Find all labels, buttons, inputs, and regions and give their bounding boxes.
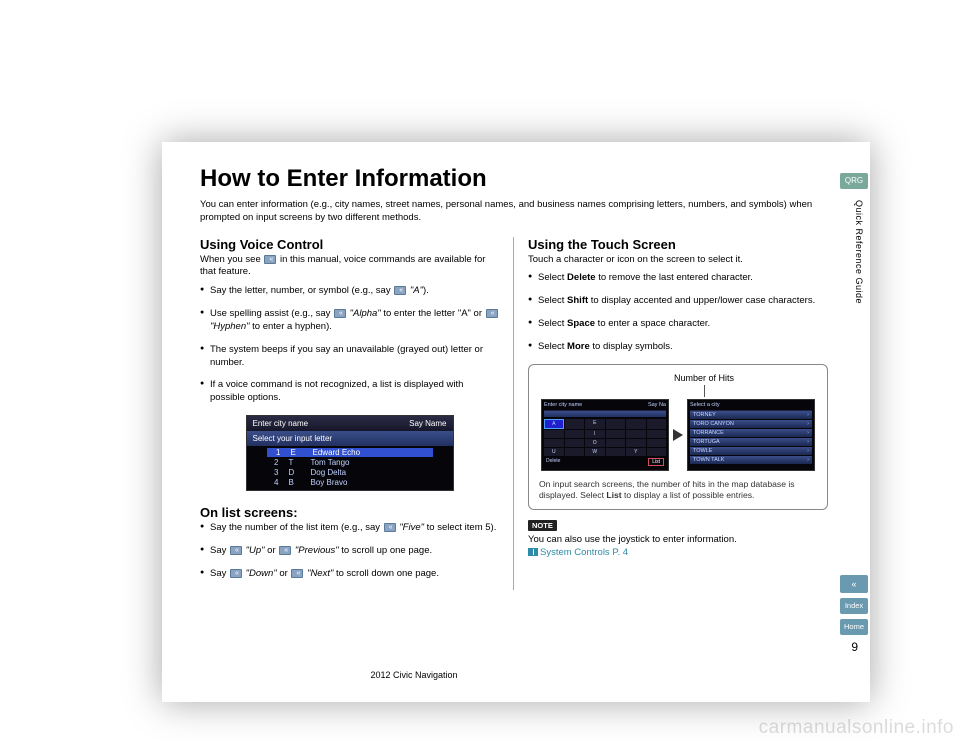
numhits-label: Number of Hits [565, 373, 843, 383]
list-item: TOWLE› [690, 447, 812, 455]
list-item: TORTUGA› [690, 438, 812, 446]
touch-bullet: Select Delete to remove the last entered… [528, 272, 828, 285]
book-icon [528, 548, 538, 556]
talk-icon [384, 523, 396, 532]
voice-bullets: Say the letter, number, or symbol (e.g.,… [200, 285, 499, 405]
kbd-delete: Delete [546, 458, 560, 466]
voice-subintro: When you see in this manual, voice comma… [200, 254, 499, 280]
page-number: 9 [851, 640, 858, 654]
talk-icon [264, 255, 276, 264]
kbd-grid: AE I O UWY [544, 419, 666, 456]
watermark: carmanualsonline.info [759, 717, 954, 739]
list-bullet: Say "Down" or "Next" to scroll down one … [200, 568, 499, 581]
touch-bullet: Select Shift to display accented and upp… [528, 295, 828, 308]
list-title: Select a city [690, 402, 720, 408]
touch-heading: Using the Touch Screen [528, 237, 828, 252]
tab-qrg[interactable]: QRG [840, 173, 868, 189]
screen-hint: Say Name [409, 419, 446, 428]
list-item: TORO CANYON› [690, 420, 812, 428]
footer-text: 2012 Civic Navigation [0, 670, 828, 680]
screen-rows: 1EEdward Echo 2TTom Tango 3DDog Delta 4B… [247, 446, 453, 490]
section-label: Quick Reference Guide [854, 200, 864, 304]
touch-bullet: Select Space to enter a space character. [528, 318, 828, 331]
page-title: How to Enter Information [200, 165, 828, 193]
talk-icon [279, 546, 291, 555]
list-item: TORRANCE› [690, 429, 812, 437]
tab-voice[interactable] [840, 575, 868, 593]
talk-icon [334, 309, 346, 318]
touch-subintro: Touch a character or icon on the screen … [528, 254, 828, 267]
tab-index[interactable]: Index [840, 598, 868, 614]
note-badge: NOTE [528, 520, 557, 531]
column-voice-control: Using Voice Control When you see in this… [200, 237, 514, 591]
list-item: TOWN TALK› [690, 456, 812, 464]
note-text: You can also use the joystick to enter i… [528, 534, 828, 547]
page-content: How to Enter Information You can enter i… [200, 165, 828, 590]
talk-icon [291, 569, 303, 578]
list-screenshot: Select a city TORNEY› TORO CANYON› TORRA… [687, 399, 815, 471]
kbd-title: Enter city name [544, 402, 582, 408]
screen-row: 1EEdward Echo [267, 448, 433, 457]
talk-icon [230, 569, 242, 578]
voice-bullet: Use spelling assist (e.g., say "Alpha" t… [200, 308, 499, 334]
screen-row: 2TTom Tango [267, 458, 433, 467]
talk-icon [394, 286, 406, 295]
list-heading: On list screens: [200, 505, 499, 520]
kbd-hint: Say Na [648, 402, 666, 408]
touch-frame: Number of Hits Enter city name Say Na AE… [528, 364, 828, 510]
list-bullet: Say the number of the list item (e.g., s… [200, 522, 499, 535]
talk-icon [486, 309, 498, 318]
voice-bullet: Say the letter, number, or symbol (e.g.,… [200, 285, 499, 298]
tab-home[interactable]: Home [840, 619, 868, 635]
talk-icon [230, 546, 242, 555]
numhits-callout-line [704, 385, 705, 397]
touch-bullet: Select More to display symbols. [528, 341, 828, 354]
intro-text: You can enter information (e.g., city na… [200, 199, 828, 225]
voice-screenshot: Enter city name Say Name Select your inp… [246, 415, 454, 491]
arrow-icon [673, 429, 683, 441]
list-item: TORNEY› [690, 411, 812, 419]
voice-bullet: If a voice command is not recognized, a … [200, 379, 499, 405]
screen-sub: Select your input letter [247, 431, 453, 446]
touch-caption: On input search screens, the number of h… [539, 479, 817, 501]
screen-title: Enter city name [253, 419, 309, 428]
voice-heading: Using Voice Control [200, 237, 499, 252]
screen-row: 4BBoy Bravo [267, 478, 433, 487]
voice-bullet: The system beeps if you say an unavailab… [200, 344, 499, 370]
kbd-list-button: List [648, 458, 664, 466]
list-bullets: Say the number of the list item (e.g., s… [200, 522, 499, 580]
keyboard-screenshot: Enter city name Say Na AE I O UWY Delete [541, 399, 669, 471]
touch-bullets: Select Delete to remove the last entered… [528, 272, 828, 353]
list-bullet: Say "Up" or "Previous" to scroll up one … [200, 545, 499, 558]
note-link[interactable]: System Controls P. 4 [528, 547, 828, 560]
screen-row: 3DDog Delta [267, 468, 433, 477]
column-touch-screen: Using the Touch Screen Touch a character… [514, 237, 828, 591]
